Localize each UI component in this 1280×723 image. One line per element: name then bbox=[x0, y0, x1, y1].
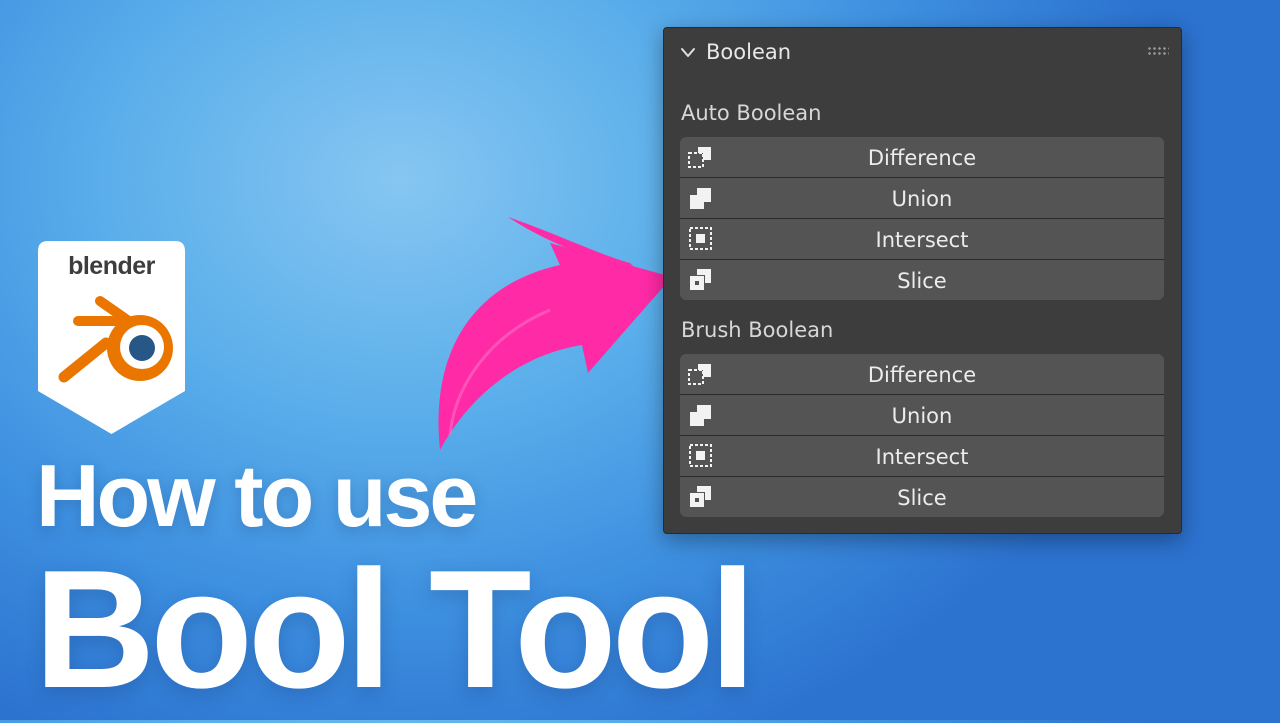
headline-line-1: How to use bbox=[36, 446, 478, 545]
panel-title: Boolean bbox=[706, 40, 792, 64]
blender-logo-text: blender bbox=[68, 252, 155, 280]
blender-logo-badge: blender bbox=[38, 241, 185, 434]
pink-arrow-icon bbox=[438, 217, 672, 450]
slice-label: Slice bbox=[897, 269, 947, 293]
union-label: Union bbox=[891, 187, 953, 211]
boolean-panel: Boolean Auto Boolean Difference Union In… bbox=[663, 27, 1182, 534]
union-label: Union bbox=[891, 404, 953, 428]
brush-slice-button[interactable]: Slice bbox=[680, 477, 1164, 517]
brush-intersect-button[interactable]: Intersect bbox=[680, 436, 1164, 476]
auto-boolean-buttons: Difference Union Intersect Slice bbox=[680, 137, 1164, 300]
brush-difference-button[interactable]: Difference bbox=[680, 354, 1164, 394]
auto-slice-button[interactable]: Slice bbox=[680, 260, 1164, 300]
section-label-brush-boolean: Brush Boolean bbox=[681, 318, 834, 342]
chevron-down-icon[interactable] bbox=[680, 47, 696, 59]
brush-boolean-buttons: Difference Union Intersect Slice bbox=[680, 354, 1164, 517]
headline-line-2: Bool Tool bbox=[34, 535, 756, 723]
intersect-label: Intersect bbox=[875, 445, 969, 469]
difference-label: Difference bbox=[867, 146, 977, 170]
panel-header[interactable]: Boolean bbox=[664, 28, 1181, 78]
auto-union-button[interactable]: Union bbox=[680, 178, 1164, 218]
auto-intersect-button[interactable]: Intersect bbox=[680, 219, 1164, 259]
section-label-auto-boolean: Auto Boolean bbox=[681, 101, 822, 125]
slice-label: Slice bbox=[897, 486, 947, 510]
drag-grip-icon[interactable] bbox=[1147, 46, 1169, 56]
intersect-label: Intersect bbox=[875, 228, 969, 252]
brush-union-button[interactable]: Union bbox=[680, 395, 1164, 435]
difference-label: Difference bbox=[867, 363, 977, 387]
auto-difference-button[interactable]: Difference bbox=[680, 137, 1164, 177]
